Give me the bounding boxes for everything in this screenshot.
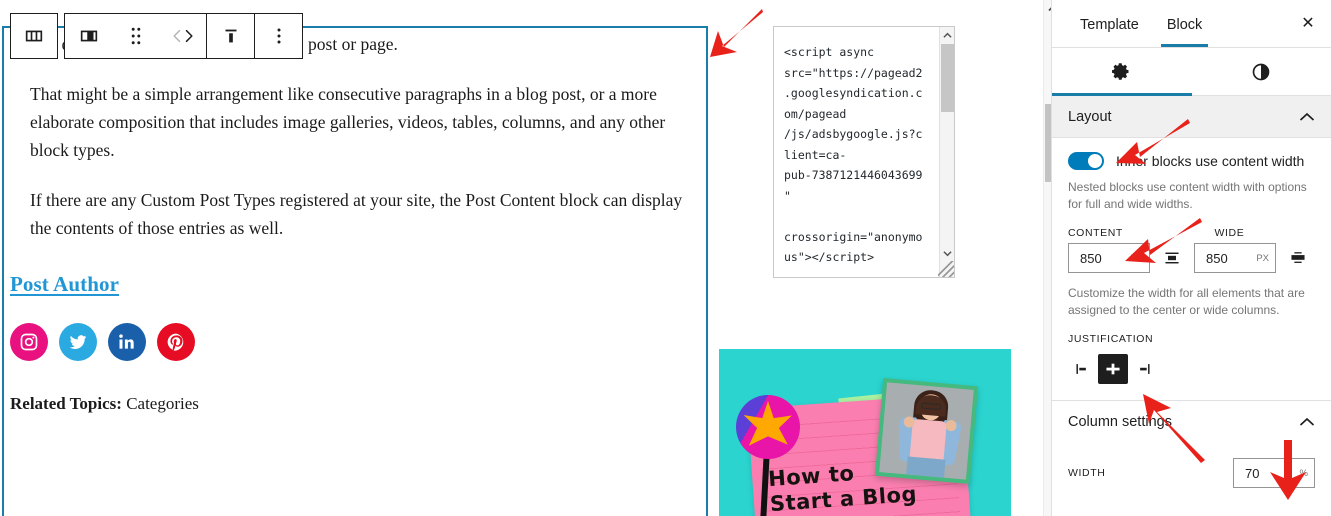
wide-align-icon[interactable]: [1284, 244, 1312, 272]
vertical-align-button[interactable]: [207, 14, 254, 58]
width-help-text: Customize the width for all elements tha…: [1068, 286, 1305, 317]
editor-canvas: will display all the blocks in any singl…: [0, 0, 1035, 516]
layout-help-text: Nested blocks use content width with opt…: [1068, 180, 1307, 211]
featured-image-block[interactable]: How to Start a Blog: [719, 349, 1011, 516]
layout-panel-body: Inner blocks use content width Nested bl…: [1052, 138, 1331, 384]
content-align-center-icon[interactable]: [1158, 244, 1186, 272]
inner-blocks-toggle-row: Inner blocks use content width: [1068, 152, 1315, 170]
star-badge-icon: [736, 395, 800, 459]
chevron-up-icon-2[interactable]: [1299, 417, 1315, 427]
justify-right-button[interactable]: [1128, 354, 1158, 384]
content-width-label: CONTENT: [1068, 227, 1123, 239]
paragraph-3[interactable]: If there are any Custom Post Types regis…: [30, 186, 690, 242]
featured-image-title: How to Start a Blog: [767, 457, 917, 516]
column-width-unit: %: [1299, 467, 1308, 479]
sidebar-icon-tabs: [1052, 48, 1331, 96]
column-width-label: WIDTH: [1068, 467, 1106, 479]
custom-html-code[interactable]: <script async src="https://pagead2 .goog…: [784, 42, 934, 268]
related-topics-value[interactable]: Categories: [126, 394, 199, 413]
post-author-link[interactable]: Post Author: [10, 272, 119, 297]
social-links-block: [10, 323, 195, 361]
content-width-unit: PX: [1130, 252, 1143, 264]
more-options-button[interactable]: [255, 14, 302, 58]
close-sidebar-button[interactable]: ✕: [1293, 8, 1323, 38]
layout-panel-title: Layout: [1068, 108, 1112, 125]
code-scroll-down-icon[interactable]: [940, 246, 954, 261]
column-settings-panel-header[interactable]: Column settings: [1052, 400, 1331, 442]
custom-html-block[interactable]: <script async src="https://pagead2 .goog…: [773, 26, 955, 278]
code-resize-grip[interactable]: [938, 261, 954, 277]
code-scroll-up-icon[interactable]: [940, 28, 954, 43]
justify-left-button[interactable]: [1068, 354, 1098, 384]
width-field-labels: CONTENT WIDE: [1068, 227, 1315, 239]
layout-panel-header[interactable]: Layout: [1052, 96, 1331, 138]
wide-width-label: WIDE: [1214, 227, 1245, 239]
post-content-text: will display all the blocks in any singl…: [30, 30, 690, 264]
related-topics-label: Related Topics:: [10, 394, 122, 413]
styles-contrast-icon[interactable]: [1192, 48, 1331, 95]
block-type-column-button[interactable]: [65, 14, 112, 58]
justification-label: JUSTIFICATION: [1068, 333, 1154, 345]
tab-template[interactable]: Template: [1066, 0, 1153, 47]
instagram-icon[interactable]: [10, 323, 48, 361]
content-width-field[interactable]: PX: [1068, 243, 1150, 273]
move-arrows-button[interactable]: [159, 14, 206, 58]
wide-width-field[interactable]: PX: [1194, 243, 1276, 273]
column-width-field[interactable]: %: [1233, 458, 1315, 488]
linkedin-icon[interactable]: [108, 323, 146, 361]
paragraph-2[interactable]: That might be a simple arrangement like …: [30, 80, 690, 164]
code-scrollbar-thumb[interactable]: [941, 44, 954, 112]
block-toolbar[interactable]: [64, 13, 303, 59]
block-settings-sidebar: Template Block ✕ Layout Inner blocks use…: [1051, 0, 1331, 516]
justify-center-button[interactable]: [1098, 354, 1128, 384]
wide-width-unit: PX: [1256, 252, 1269, 264]
drag-handle-button[interactable]: [112, 14, 159, 58]
chevron-up-icon[interactable]: [1299, 112, 1315, 122]
column-settings-title: Column settings: [1068, 413, 1172, 430]
sidebar-tabs: Template Block ✕: [1052, 0, 1331, 48]
column-width-row: WIDTH %: [1052, 442, 1331, 488]
select-parent-columns-button[interactable]: [11, 14, 57, 58]
tab-block[interactable]: Block: [1153, 0, 1216, 47]
block-toolbar-parent[interactable]: [10, 13, 58, 59]
width-fields-row: PX PX: [1068, 243, 1315, 273]
code-block-scrollbar[interactable]: [939, 27, 954, 277]
justification-button-group: [1068, 354, 1315, 384]
related-topics: Related Topics: Categories: [10, 394, 199, 414]
app-root: will display all the blocks in any singl…: [0, 0, 1331, 516]
pinterest-icon[interactable]: [157, 323, 195, 361]
column-width-input[interactable]: [1243, 464, 1298, 482]
content-width-input[interactable]: [1078, 249, 1129, 267]
inner-blocks-toggle-label: Inner blocks use content width: [1116, 153, 1305, 169]
settings-gear-icon[interactable]: [1052, 48, 1192, 96]
wide-width-input[interactable]: [1204, 249, 1255, 267]
inner-blocks-content-width-toggle[interactable]: [1068, 152, 1104, 170]
twitter-icon[interactable]: [59, 323, 97, 361]
